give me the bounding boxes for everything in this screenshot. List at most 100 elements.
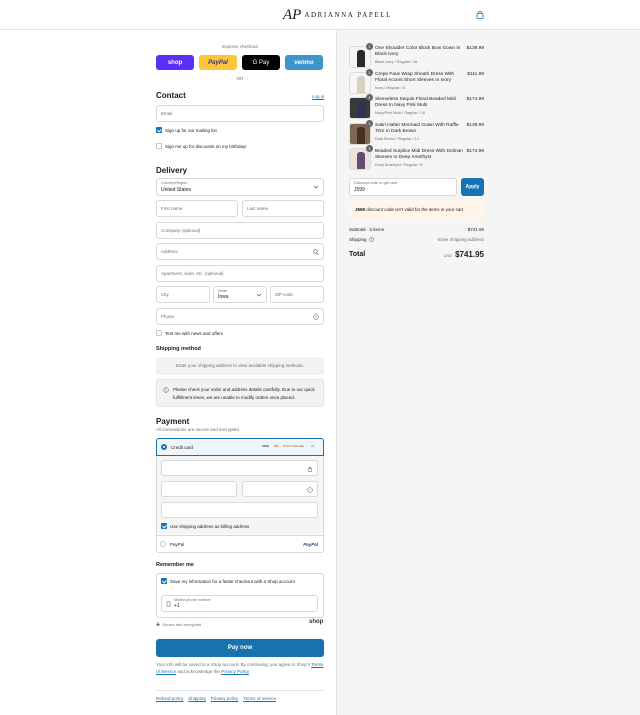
country-value: United States — [161, 187, 192, 193]
birthday-checkbox[interactable] — [156, 143, 162, 149]
refund-policy-link[interactable]: Refund policy — [156, 696, 183, 701]
paypal-option[interactable]: PayPal PayPal — [157, 535, 323, 552]
security-code-field[interactable]: ? — [242, 481, 318, 497]
search-icon — [313, 249, 319, 255]
mobile-phone-label: Mobile phone number — [174, 598, 211, 602]
text-me-label: Text me with news and offers — [165, 331, 223, 336]
name-on-card-field[interactable] — [161, 502, 318, 518]
text-me-checkbox[interactable] — [156, 330, 162, 336]
shop-pay-label: shop — [167, 59, 183, 66]
venmo-button[interactable]: venmo — [285, 55, 323, 70]
paypal-radio[interactable] — [160, 541, 166, 547]
item-variant: Dark Brown / Regular / 14 — [375, 137, 419, 141]
shipping-method-heading: Shipping method — [156, 346, 201, 352]
item-variant: Deep Amethyst / Regular / 6 — [375, 163, 423, 167]
shopping-bag-icon[interactable] — [476, 11, 484, 19]
shop-pay-button[interactable]: shop — [156, 55, 194, 70]
remember-me-heading: Remember me — [156, 562, 194, 568]
discount-code-value: J599 — [354, 187, 365, 193]
address-field[interactable]: Address — [156, 243, 324, 260]
pay-now-button[interactable]: Pay now — [156, 639, 324, 657]
city-placeholder: City — [161, 292, 169, 297]
discover-icon: DISCOVER — [283, 444, 299, 448]
elo-icon: elo — [299, 444, 304, 448]
subtotal-value: $741.95 — [467, 227, 484, 232]
save-info-label: Save my information for a faster checkou… — [170, 579, 295, 584]
state-select[interactable]: State Iowa — [213, 286, 267, 303]
brand-logo[interactable]: AP ADRIANNA PAPELL — [283, 8, 392, 23]
secure-encrypted-text: Secure and encrypted — [162, 622, 202, 627]
google-pay-button[interactable]: G Pay — [242, 55, 280, 70]
help-icon[interactable]: ? — [313, 314, 319, 320]
order-notice: Please check your order and address deta… — [156, 379, 324, 407]
billing-address-label: Use shipping address as billing address — [170, 524, 250, 529]
discount-code-field[interactable]: Discount code or gift card J599 — [349, 178, 457, 196]
last-name-field[interactable]: Last name — [242, 200, 324, 217]
terms-of-service-link[interactable]: Terms of service — [243, 696, 276, 701]
card-number-field[interactable] — [161, 460, 318, 476]
visa-icon: VISA — [261, 444, 269, 448]
item-name: Sleeveless Sequin Floral Beaded Midi Dre… — [375, 97, 456, 108]
paypal-button[interactable]: PayPal — [199, 55, 237, 70]
radio-dot — [163, 446, 165, 448]
paypal-option-label: PayPal — [170, 542, 185, 547]
quantity-badge: 1 — [366, 94, 373, 101]
company-field[interactable]: Company (optional) — [156, 222, 324, 239]
currency-code: USD — [443, 253, 453, 258]
quantity-badge: 1 — [366, 120, 373, 127]
country-select[interactable]: Country/Region United States — [156, 178, 324, 196]
svg-text:?: ? — [371, 238, 373, 242]
phone-placeholder: Phone — [161, 314, 175, 319]
item-name: Beaded Surplice Midi Dress With Dolman S… — [375, 149, 463, 160]
total-label: Total — [349, 251, 366, 258]
credit-card-label: Credit card — [171, 445, 194, 450]
mobile-phone-icon — [166, 601, 171, 607]
lock-icon — [307, 466, 313, 472]
footer-links: Refund policy Shipping Privacy policy Te… — [156, 696, 276, 701]
privacy-policy-link[interactable]: Privacy policy — [211, 696, 239, 701]
help-icon[interactable]: ? — [369, 237, 374, 242]
shipping-link[interactable]: Shipping — [188, 696, 206, 701]
zip-field[interactable]: ZIP code — [270, 286, 324, 303]
help-icon[interactable]: ? — [307, 487, 313, 493]
shipping-method-placeholder-box: Enter your shipping address to view avai… — [156, 357, 324, 375]
mobile-phone-value: +1 — [174, 603, 180, 609]
mailing-list-label: Sign up for our mailing list — [165, 128, 217, 133]
venmo-label: venmo — [294, 59, 314, 66]
privacy-link[interactable]: Privacy Policy — [221, 669, 249, 674]
mobile-phone-field[interactable]: Mobile phone number +1 — [161, 595, 318, 612]
city-field[interactable]: City — [156, 286, 210, 303]
svg-text:?: ? — [315, 315, 317, 319]
item-price: $174.99 — [466, 97, 484, 102]
product-image — [357, 76, 365, 93]
item-name: Crepe Faux Wrap Sheath Dress With Floral… — [375, 72, 455, 83]
order-notice-text: Please check your order and address deta… — [173, 387, 315, 400]
billing-address-checkbox[interactable] — [161, 523, 167, 529]
footer-divider — [156, 690, 324, 691]
item-name: One Shoulder Color Block Bow Gown In Bla… — [375, 46, 461, 57]
expiration-field[interactable] — [161, 481, 237, 497]
login-link[interactable]: Log in — [312, 94, 324, 99]
phone-field[interactable]: Phone ? — [156, 308, 324, 325]
more-cards-badge: +5 — [310, 444, 315, 448]
credit-card-option[interactable]: Credit card VISA MC DISCOVER elo +5 — [156, 438, 324, 456]
payment-heading: Payment — [156, 417, 190, 426]
product-image — [357, 50, 365, 67]
product-image — [357, 127, 365, 144]
save-info-checkbox[interactable] — [161, 578, 167, 584]
chevron-down-icon — [313, 185, 319, 189]
mailing-list-checkbox[interactable] — [156, 127, 162, 133]
warning-text: discount code isn't valid for the items … — [366, 207, 464, 212]
apply-button[interactable]: Apply — [461, 178, 484, 196]
first-name-field[interactable]: First name — [156, 200, 238, 217]
paypal-logo: PayPal — [303, 542, 318, 547]
info-icon — [163, 387, 169, 393]
apartment-field[interactable]: Apartment, suite, etc. (optional) — [156, 265, 324, 282]
subtotal-label: Subtotal · 5 items — [349, 227, 385, 232]
last-name-placeholder: Last name — [247, 206, 269, 211]
company-placeholder: Company (optional) — [161, 228, 201, 233]
disclaimer-end: . — [248, 669, 251, 674]
email-field[interactable]: Email — [156, 105, 324, 122]
state-label: State — [218, 289, 227, 293]
email-placeholder: Email — [161, 111, 173, 116]
